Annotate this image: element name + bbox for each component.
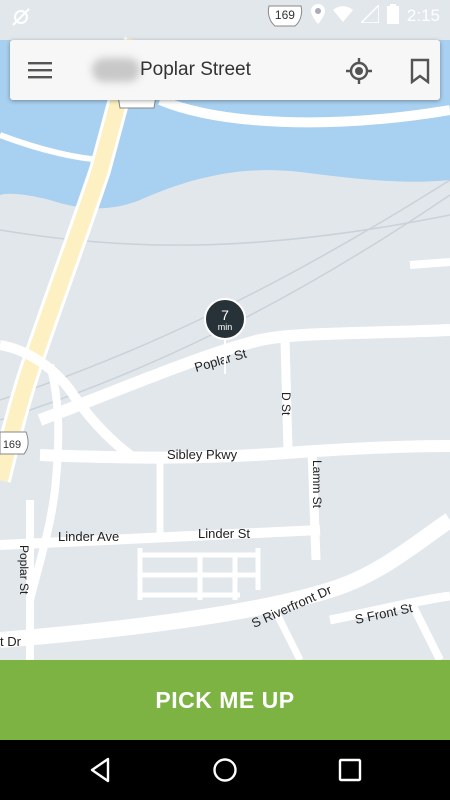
street-label: Linder Ave: [58, 529, 119, 544]
system-nav-bar: [0, 740, 450, 800]
status-time: 2:15: [406, 6, 440, 25]
street-label: Linder St: [198, 526, 250, 541]
location-icon: [310, 3, 325, 29]
street-label: t Dr: [0, 634, 22, 649]
address-bar[interactable]: Poplar Street: [10, 40, 440, 100]
address-number-redacted: [92, 58, 140, 82]
status-bar: 169 2:15: [0, 0, 450, 32]
route-shield-label: 169: [274, 8, 295, 22]
street-label: Sibley Pkwy: [167, 447, 238, 462]
road-minor-2: [406, 598, 444, 660]
road-poplar-st: [37, 324, 450, 426]
pickup-pin-stem: [224, 340, 226, 374]
route-shield-169-map: 169: [0, 431, 29, 455]
pick-me-up-button[interactable]: PICK ME UP: [0, 660, 450, 740]
street-label: Poplar St: [17, 545, 31, 595]
parking-lot: [137, 548, 261, 600]
pickup-address[interactable]: Poplar Street: [140, 58, 251, 82]
street-label: S Front St: [354, 600, 415, 627]
hamburger-menu-icon[interactable]: [28, 58, 52, 82]
my-location-icon[interactable]: [346, 58, 372, 84]
svg-text:169: 169: [3, 439, 21, 451]
wifi-icon: [332, 5, 353, 27]
pickup-pin[interactable]: 7 min: [204, 298, 246, 340]
battery-icon: [386, 3, 399, 29]
eta-value: 7: [221, 307, 229, 323]
street-label: D St: [279, 392, 293, 416]
route-shield-status: 169: [267, 4, 303, 28]
home-icon[interactable]: [212, 757, 238, 783]
road-sibley-pkwy: [39, 440, 450, 464]
eta-unit: min: [217, 322, 233, 332]
recents-icon[interactable]: [337, 757, 363, 783]
bookmark-icon[interactable]: [408, 58, 432, 85]
back-icon[interactable]: [88, 757, 114, 783]
road-minor-4: [409, 258, 450, 269]
road-loop-2: [26, 363, 63, 601]
status-icons: 169 2:15: [267, 2, 450, 29]
street-label: Lamm St: [310, 460, 324, 509]
signal-icon: [359, 2, 380, 28]
gps-off-icon: [10, 6, 32, 33]
